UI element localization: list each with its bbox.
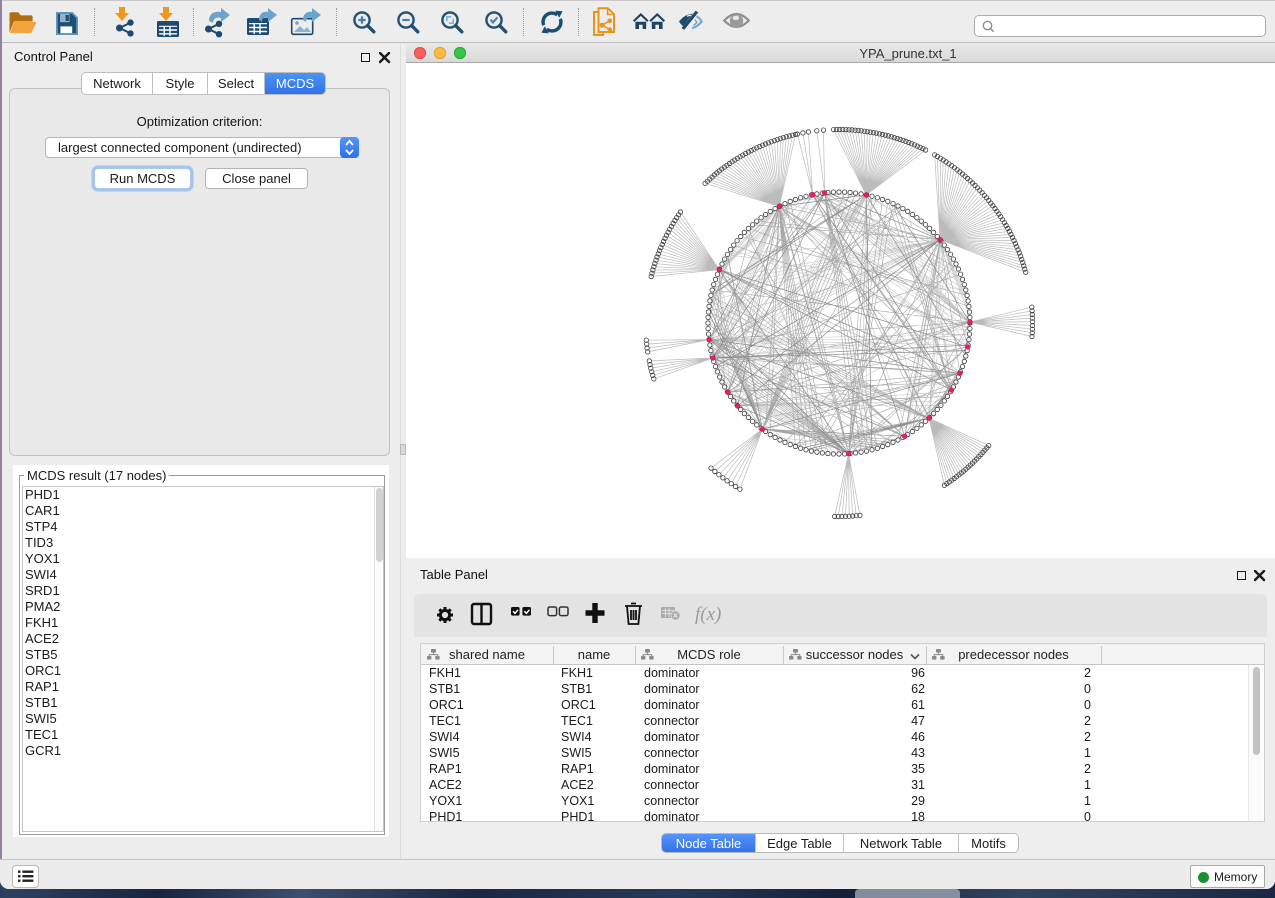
svg-text:f(x): f(x) [695,604,721,625]
